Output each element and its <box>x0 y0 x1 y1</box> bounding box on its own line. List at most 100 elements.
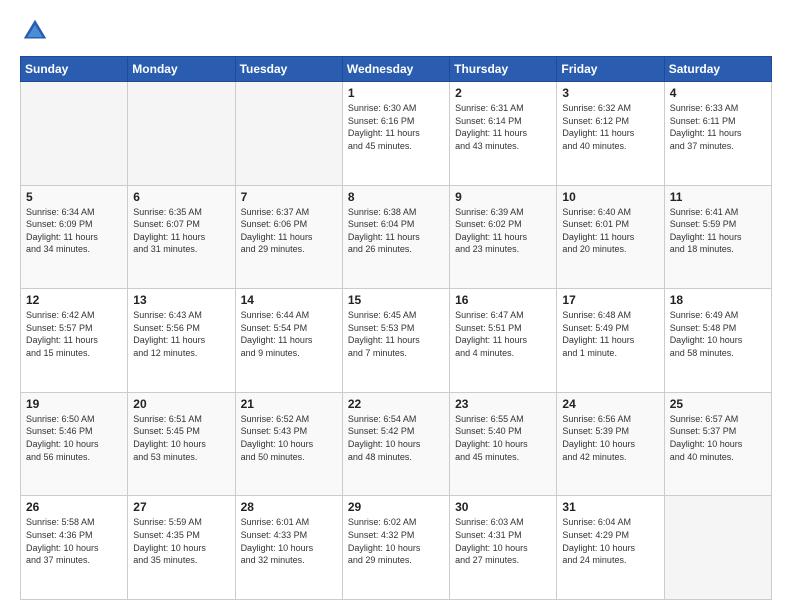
day-info: Sunrise: 6:45 AM Sunset: 5:53 PM Dayligh… <box>348 309 444 359</box>
day-number: 10 <box>562 190 658 204</box>
day-number: 15 <box>348 293 444 307</box>
calendar-cell: 8 Sunrise: 6:38 AM Sunset: 6:04 PM Daylig… <box>342 185 449 289</box>
day-info: Sunrise: 6:57 AM Sunset: 5:37 PM Dayligh… <box>670 413 766 463</box>
day-info: Sunrise: 6:35 AM Sunset: 6:07 PM Dayligh… <box>133 206 229 256</box>
calendar-cell: 22 Sunrise: 6:54 AM Sunset: 5:42 PM Dayli… <box>342 392 449 496</box>
day-info: Sunrise: 6:50 AM Sunset: 5:46 PM Dayligh… <box>26 413 122 463</box>
day-info: Sunrise: 6:51 AM Sunset: 5:45 PM Dayligh… <box>133 413 229 463</box>
day-info: Sunrise: 5:59 AM Sunset: 4:35 PM Dayligh… <box>133 516 229 566</box>
day-info: Sunrise: 5:58 AM Sunset: 4:36 PM Dayligh… <box>26 516 122 566</box>
calendar-cell: 28 Sunrise: 6:01 AM Sunset: 4:33 PM Dayli… <box>235 496 342 600</box>
calendar-cell: 17 Sunrise: 6:48 AM Sunset: 5:49 PM Dayli… <box>557 289 664 393</box>
day-number: 5 <box>26 190 122 204</box>
day-info: Sunrise: 6:04 AM Sunset: 4:29 PM Dayligh… <box>562 516 658 566</box>
weekday-header-wednesday: Wednesday <box>342 57 449 82</box>
header <box>20 16 772 46</box>
day-info: Sunrise: 6:55 AM Sunset: 5:40 PM Dayligh… <box>455 413 551 463</box>
calendar-cell: 27Sunrise: 5:59 AM Sunset: 4:35 PM Dayli… <box>128 496 235 600</box>
day-info: Sunrise: 6:47 AM Sunset: 5:51 PM Dayligh… <box>455 309 551 359</box>
calendar-week-1: 1 Sunrise: 6:30 AM Sunset: 6:16 PM Daylig… <box>21 82 772 186</box>
calendar-cell: 11 Sunrise: 6:41 AM Sunset: 5:59 PM Dayli… <box>664 185 771 289</box>
calendar-week-4: 19 Sunrise: 6:50 AM Sunset: 5:46 PM Dayli… <box>21 392 772 496</box>
day-number: 6 <box>133 190 229 204</box>
calendar-cell: 30 Sunrise: 6:03 AM Sunset: 4:31 PM Dayli… <box>450 496 557 600</box>
page: SundayMondayTuesdayWednesdayThursdayFrid… <box>0 0 792 612</box>
day-info: Sunrise: 6:44 AM Sunset: 5:54 PM Dayligh… <box>241 309 337 359</box>
day-number: 2 <box>455 86 551 100</box>
calendar-cell: 18 Sunrise: 6:49 AM Sunset: 5:48 PM Dayli… <box>664 289 771 393</box>
calendar-cell: 23Sunrise: 6:55 AM Sunset: 5:40 PM Dayli… <box>450 392 557 496</box>
day-number: 7 <box>241 190 337 204</box>
day-number: 22 <box>348 397 444 411</box>
logo-icon <box>20 16 50 46</box>
calendar-cell: 4 Sunrise: 6:33 AM Sunset: 6:11 PM Daylig… <box>664 82 771 186</box>
day-info: Sunrise: 6:52 AM Sunset: 5:43 PM Dayligh… <box>241 413 337 463</box>
day-number: 19 <box>26 397 122 411</box>
day-number: 16 <box>455 293 551 307</box>
day-number: 26 <box>26 500 122 514</box>
day-number: 21 <box>241 397 337 411</box>
weekday-header-saturday: Saturday <box>664 57 771 82</box>
calendar-table: SundayMondayTuesdayWednesdayThursdayFrid… <box>20 56 772 600</box>
calendar-cell: 24 Sunrise: 6:56 AM Sunset: 5:39 PM Dayli… <box>557 392 664 496</box>
day-number: 20 <box>133 397 229 411</box>
calendar-cell <box>21 82 128 186</box>
day-number: 14 <box>241 293 337 307</box>
day-number: 29 <box>348 500 444 514</box>
day-number: 8 <box>348 190 444 204</box>
day-number: 1 <box>348 86 444 100</box>
calendar-cell: 1 Sunrise: 6:30 AM Sunset: 6:16 PM Daylig… <box>342 82 449 186</box>
day-number: 28 <box>241 500 337 514</box>
day-info: Sunrise: 6:03 AM Sunset: 4:31 PM Dayligh… <box>455 516 551 566</box>
day-number: 12 <box>26 293 122 307</box>
calendar-week-5: 26 Sunrise: 5:58 AM Sunset: 4:36 PM Dayli… <box>21 496 772 600</box>
day-info: Sunrise: 6:01 AM Sunset: 4:33 PM Dayligh… <box>241 516 337 566</box>
day-number: 3 <box>562 86 658 100</box>
weekday-header-friday: Friday <box>557 57 664 82</box>
day-number: 18 <box>670 293 766 307</box>
weekday-header-thursday: Thursday <box>450 57 557 82</box>
day-info: Sunrise: 6:49 AM Sunset: 5:48 PM Dayligh… <box>670 309 766 359</box>
calendar-cell: 13Sunrise: 6:43 AM Sunset: 5:56 PM Dayli… <box>128 289 235 393</box>
day-number: 25 <box>670 397 766 411</box>
calendar-cell: 15 Sunrise: 6:45 AM Sunset: 5:53 PM Dayli… <box>342 289 449 393</box>
calendar-cell: 3 Sunrise: 6:32 AM Sunset: 6:12 PM Daylig… <box>557 82 664 186</box>
day-info: Sunrise: 6:37 AM Sunset: 6:06 PM Dayligh… <box>241 206 337 256</box>
calendar-cell: 19 Sunrise: 6:50 AM Sunset: 5:46 PM Dayli… <box>21 392 128 496</box>
calendar-cell: 10Sunrise: 6:40 AM Sunset: 6:01 PM Dayli… <box>557 185 664 289</box>
calendar-cell <box>664 496 771 600</box>
day-info: Sunrise: 6:54 AM Sunset: 5:42 PM Dayligh… <box>348 413 444 463</box>
day-number: 9 <box>455 190 551 204</box>
day-number: 24 <box>562 397 658 411</box>
day-number: 31 <box>562 500 658 514</box>
calendar-cell <box>128 82 235 186</box>
day-info: Sunrise: 6:02 AM Sunset: 4:32 PM Dayligh… <box>348 516 444 566</box>
day-info: Sunrise: 6:33 AM Sunset: 6:11 PM Dayligh… <box>670 102 766 152</box>
day-info: Sunrise: 6:34 AM Sunset: 6:09 PM Dayligh… <box>26 206 122 256</box>
calendar-cell <box>235 82 342 186</box>
calendar-cell: 5 Sunrise: 6:34 AM Sunset: 6:09 PM Daylig… <box>21 185 128 289</box>
day-number: 17 <box>562 293 658 307</box>
day-info: Sunrise: 6:38 AM Sunset: 6:04 PM Dayligh… <box>348 206 444 256</box>
day-number: 11 <box>670 190 766 204</box>
calendar-cell: 16 Sunrise: 6:47 AM Sunset: 5:51 PM Dayli… <box>450 289 557 393</box>
weekday-header-monday: Monday <box>128 57 235 82</box>
logo <box>20 16 54 46</box>
calendar-cell: 14 Sunrise: 6:44 AM Sunset: 5:54 PM Dayli… <box>235 289 342 393</box>
day-info: Sunrise: 6:41 AM Sunset: 5:59 PM Dayligh… <box>670 206 766 256</box>
calendar-cell: 6 Sunrise: 6:35 AM Sunset: 6:07 PM Daylig… <box>128 185 235 289</box>
day-info: Sunrise: 6:48 AM Sunset: 5:49 PM Dayligh… <box>562 309 658 359</box>
weekday-header-tuesday: Tuesday <box>235 57 342 82</box>
day-info: Sunrise: 6:56 AM Sunset: 5:39 PM Dayligh… <box>562 413 658 463</box>
calendar-cell: 26 Sunrise: 5:58 AM Sunset: 4:36 PM Dayli… <box>21 496 128 600</box>
calendar-week-3: 12Sunrise: 6:42 AM Sunset: 5:57 PM Dayli… <box>21 289 772 393</box>
calendar-cell: 2 Sunrise: 6:31 AM Sunset: 6:14 PM Daylig… <box>450 82 557 186</box>
day-info: Sunrise: 6:32 AM Sunset: 6:12 PM Dayligh… <box>562 102 658 152</box>
day-info: Sunrise: 6:43 AM Sunset: 5:56 PM Dayligh… <box>133 309 229 359</box>
day-number: 4 <box>670 86 766 100</box>
day-info: Sunrise: 6:39 AM Sunset: 6:02 PM Dayligh… <box>455 206 551 256</box>
day-number: 30 <box>455 500 551 514</box>
day-info: Sunrise: 6:30 AM Sunset: 6:16 PM Dayligh… <box>348 102 444 152</box>
day-info: Sunrise: 6:31 AM Sunset: 6:14 PM Dayligh… <box>455 102 551 152</box>
calendar-header-row: SundayMondayTuesdayWednesdayThursdayFrid… <box>21 57 772 82</box>
